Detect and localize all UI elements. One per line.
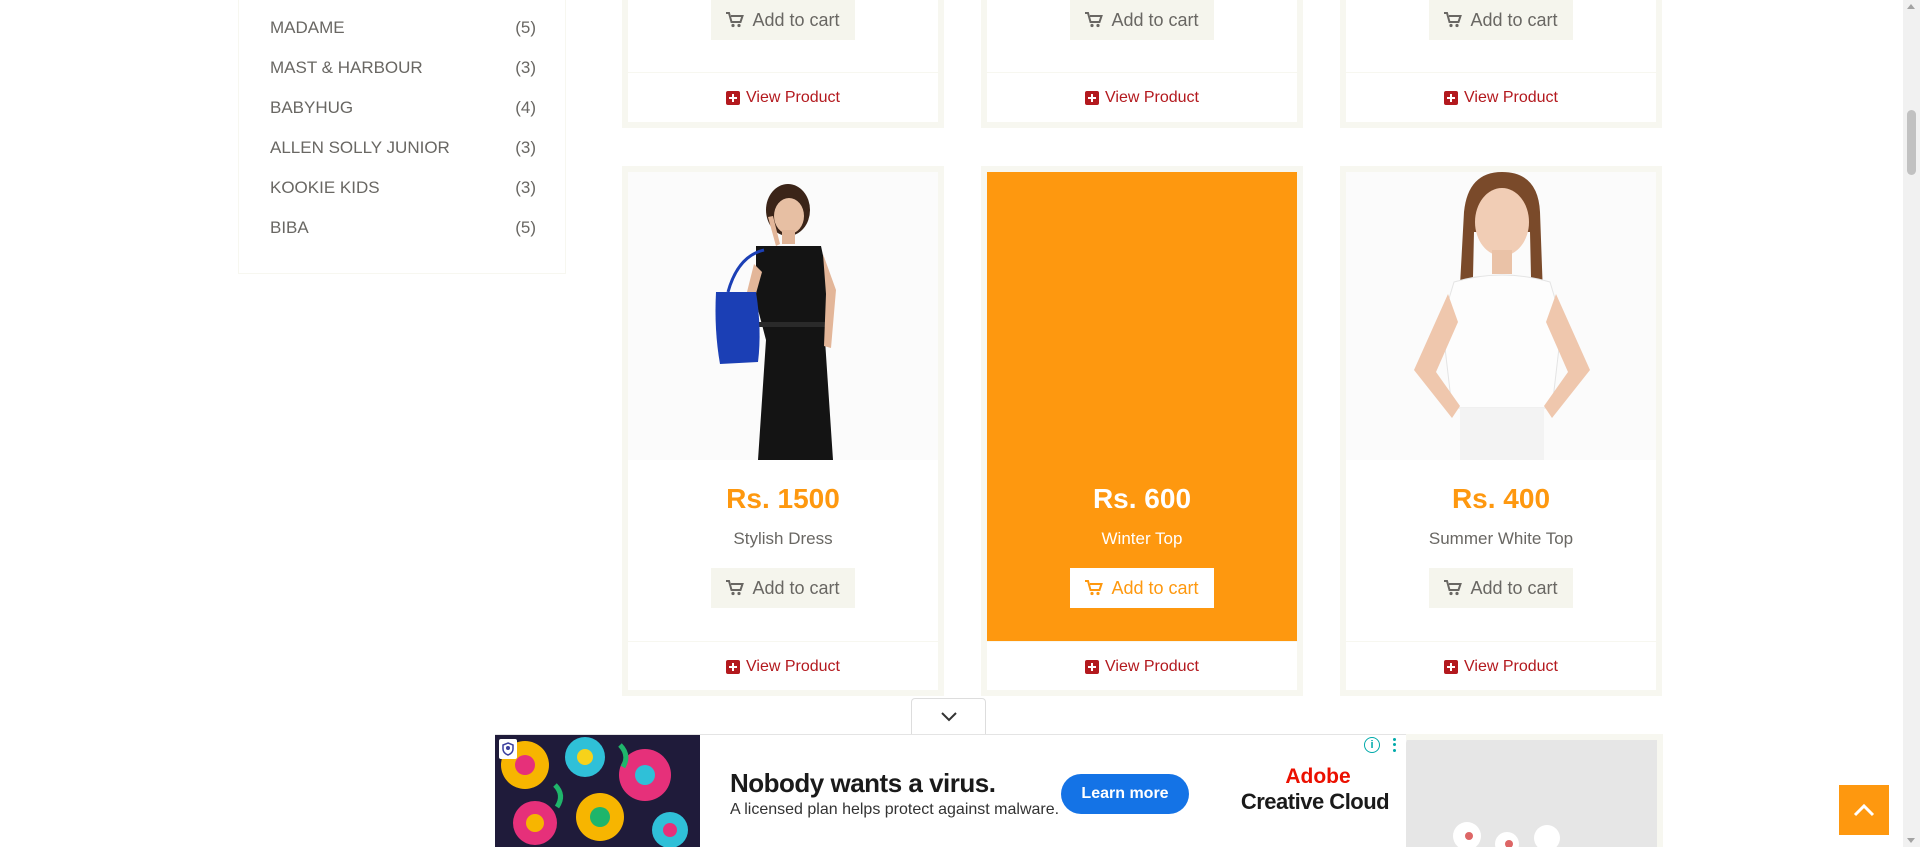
cart-icon — [726, 12, 745, 28]
cart-icon — [1085, 12, 1104, 28]
view-product-label: View Product — [746, 657, 840, 675]
cart-icon — [1444, 12, 1463, 28]
ad-brand-creative-cloud: Creative Cloud — [1240, 789, 1390, 814]
brand-item[interactable]: BIBA (5) — [270, 218, 536, 244]
product-card: Add to cart View Product — [981, 0, 1303, 128]
product-image — [1346, 172, 1656, 460]
brand-name[interactable]: BABYHUG — [270, 98, 353, 118]
brand-count: (3) — [515, 178, 536, 197]
product-price: Rs. 400 — [1451, 483, 1551, 514]
plus-square-icon — [1085, 90, 1099, 105]
product-info: Rs. 1500 Stylish Dress Add to cart — [628, 172, 938, 641]
plus-square-icon — [726, 659, 740, 674]
brand-count: (4) — [515, 98, 536, 117]
chevron-down-icon — [940, 711, 957, 721]
add-to-cart-label: Add to cart — [1470, 9, 1558, 30]
product-name: Stylish Dress — [733, 529, 833, 548]
product-overlay: Rs. 600 Winter Top Add to cart — [987, 172, 1297, 641]
ad-floral-artwork — [495, 735, 700, 847]
cart-icon — [726, 580, 745, 596]
brand-count: (5) — [515, 218, 536, 237]
cart-icon — [1085, 580, 1104, 596]
add-to-cart-button[interactable]: Add to cart — [1070, 568, 1214, 608]
brand-name[interactable]: MADAME — [270, 18, 345, 38]
product-card: Add to cart View Product — [622, 0, 944, 128]
view-product-label: View Product — [1105, 657, 1199, 675]
brands-panel: MADAME (5) MAST & HARBOUR (3) BABYHUG (4… — [238, 0, 566, 274]
woman-black-dress-photo — [628, 172, 938, 460]
view-product-label: View Product — [746, 88, 840, 106]
product-price: Rs. 1500 — [726, 483, 840, 514]
view-product-label: View Product — [1464, 88, 1558, 106]
product-info: Rs. 400 Summer White Top Add to cart — [1346, 172, 1656, 641]
add-to-cart-label: Add to cart — [1111, 577, 1199, 598]
add-to-cart-label: Add to cart — [752, 577, 840, 598]
ad-info-icon[interactable]: i — [1364, 737, 1380, 753]
add-to-cart-button[interactable]: Add to cart — [711, 0, 855, 40]
scroll-down-arrow[interactable] — [1907, 838, 1915, 843]
ad-choices-icon[interactable] — [499, 739, 517, 759]
brand-item[interactable]: MADAME (5) — [270, 18, 536, 44]
view-product-link[interactable]: View Product — [1346, 641, 1656, 691]
product-card: Rs. 600 Winter Top Add to cart View Prod… — [981, 166, 1303, 696]
product-price: Rs. 600 — [1092, 483, 1192, 514]
brand-name[interactable]: BIBA — [270, 218, 309, 238]
plus-square-icon — [1444, 659, 1458, 674]
view-product-link[interactable]: View Product — [987, 72, 1297, 122]
ad-learn-more-button[interactable]: Learn more — [1061, 774, 1189, 814]
view-product-label: View Product — [1105, 88, 1199, 106]
add-to-cart-button[interactable]: Add to cart — [711, 568, 855, 608]
scrollbar-thumb[interactable] — [1907, 110, 1916, 175]
brand-count: (3) — [515, 138, 536, 157]
page-scrollbar[interactable] — [1903, 0, 1920, 847]
ad-subtext: A licensed plan helps protect against ma… — [730, 801, 1060, 818]
view-product-link[interactable]: View Product — [987, 641, 1297, 691]
plus-square-icon — [726, 90, 740, 105]
product-card: Add to cart View Product — [1340, 0, 1662, 128]
brand-name[interactable]: KOOKIE KIDS — [270, 178, 380, 198]
ad-collapse-toggle[interactable] — [911, 698, 986, 734]
brand-name[interactable]: MAST & HARBOUR — [270, 58, 423, 78]
plus-square-icon — [1085, 659, 1099, 674]
ad-headline: Nobody wants a virus. — [730, 768, 996, 798]
brand-item[interactable]: MAST & HARBOUR (3) — [270, 58, 536, 84]
product-card: Rs. 400 Summer White Top Add to cart Vie… — [1340, 166, 1662, 696]
brand-name[interactable]: ALLEN SOLLY JUNIOR — [270, 138, 450, 158]
add-to-cart-label: Add to cart — [752, 9, 840, 30]
add-to-cart-label: Add to cart — [1470, 577, 1558, 598]
brand-item[interactable]: ALLEN SOLLY JUNIOR (3) — [270, 138, 536, 164]
cart-icon — [1444, 580, 1463, 596]
brand-count: (5) — [515, 18, 536, 37]
view-product-link[interactable]: View Product — [1346, 72, 1656, 122]
woman-white-top-photo — [1346, 172, 1656, 460]
brand-item[interactable]: BABYHUG (4) — [270, 98, 536, 124]
add-to-cart-button[interactable]: Add to cart — [1070, 0, 1214, 40]
plus-square-icon — [1444, 90, 1458, 105]
scroll-up-arrow[interactable] — [1907, 4, 1915, 9]
view-product-link[interactable]: View Product — [628, 72, 938, 122]
brand-item[interactable]: KOOKIE KIDS (3) — [270, 178, 536, 204]
ad-brand-adobe: Adobe — [1285, 765, 1351, 788]
product-name: Summer White Top — [1428, 529, 1574, 548]
product-card: Rs. 1500 Stylish Dress Add to cart View … — [622, 166, 944, 696]
ad-banner[interactable]: Nobody wants a virus. A licensed plan he… — [495, 734, 1406, 847]
brand-count: (3) — [515, 58, 536, 77]
ad-menu-icon[interactable] — [1388, 737, 1400, 753]
product-name: Winter Top — [1101, 529, 1183, 548]
view-product-label: View Product — [1464, 657, 1558, 675]
product-image — [628, 172, 938, 460]
view-product-link[interactable]: View Product — [628, 641, 938, 691]
scroll-to-top-button[interactable] — [1839, 785, 1889, 835]
add-to-cart-button[interactable]: Add to cart — [1429, 0, 1573, 40]
add-to-cart-button[interactable]: Add to cart — [1429, 568, 1573, 608]
chevron-up-icon — [1853, 803, 1875, 817]
add-to-cart-label: Add to cart — [1111, 9, 1199, 30]
